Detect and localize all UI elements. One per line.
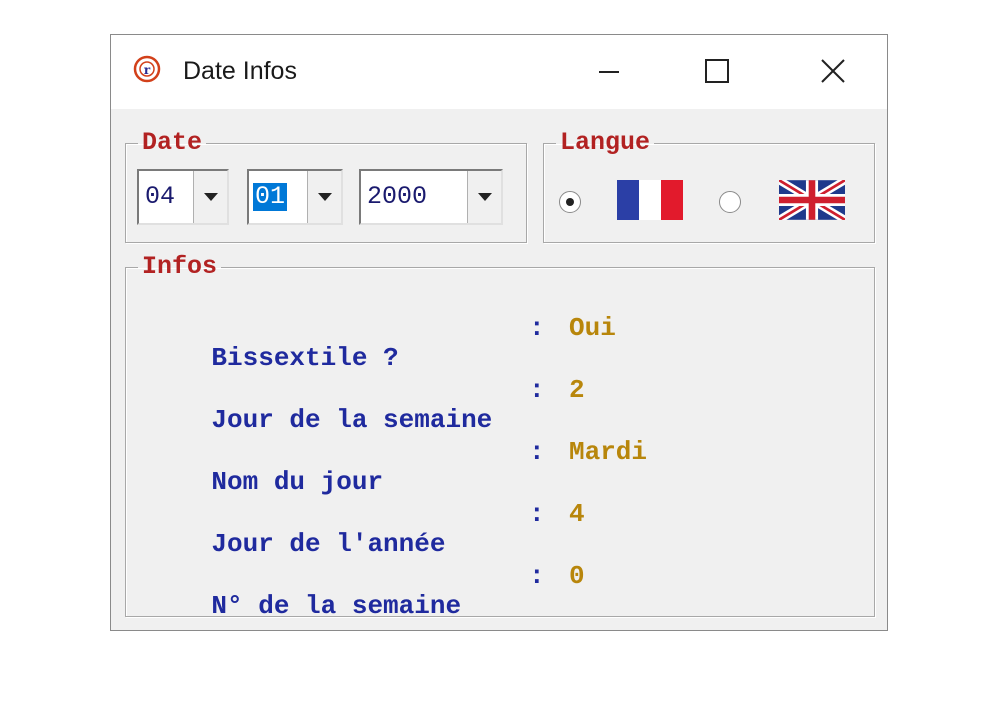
radio-french[interactable]: [559, 191, 581, 213]
year-select[interactable]: 2000: [359, 169, 503, 225]
info-label: Jour de la semaine: [211, 405, 493, 435]
info-value: 0: [569, 561, 585, 591]
maximize-button[interactable]: [679, 35, 755, 109]
day-dropdown-arrow-icon[interactable]: [193, 171, 227, 223]
info-label: Bissextile ?: [211, 343, 399, 373]
close-button[interactable]: [795, 35, 871, 109]
info-value: 4: [569, 499, 585, 529]
month-dropdown-arrow-icon[interactable]: [307, 171, 341, 223]
info-label: Nom du jour: [211, 467, 384, 497]
year-value: 2000: [367, 182, 428, 211]
info-separator: :: [529, 561, 545, 591]
french-flag-icon: [617, 180, 683, 220]
svg-text:r: r: [144, 63, 151, 77]
language-legend: Langue: [560, 128, 651, 157]
month-select[interactable]: 01: [247, 169, 343, 225]
info-separator: :: [529, 313, 545, 343]
year-dropdown-arrow-icon[interactable]: [467, 171, 501, 223]
app-logo-icon: r: [133, 55, 161, 83]
window-title: Date Infos: [183, 57, 297, 85]
info-label: Jour de l'année: [211, 529, 446, 559]
info-separator: :: [529, 437, 545, 467]
info-value: Mardi: [569, 437, 648, 467]
month-value: 01: [253, 182, 288, 211]
info-label: N° de la semaine: [211, 591, 462, 621]
uk-flag-icon: [779, 180, 845, 220]
info-separator: :: [529, 499, 545, 529]
day-value: 04: [145, 182, 176, 211]
maximize-icon: [705, 59, 729, 83]
day-select[interactable]: 04: [137, 169, 229, 225]
info-separator: :: [529, 375, 545, 405]
date-legend: Date: [142, 128, 203, 157]
info-value: 2: [569, 375, 585, 405]
title-bar[interactable]: r Date Infos: [111, 35, 887, 109]
app-window: r Date Infos Date 04 01 2000 Langue Info…: [110, 34, 888, 631]
info-value: Oui: [569, 313, 616, 343]
radio-english[interactable]: [719, 191, 741, 213]
minimize-icon: [599, 71, 619, 73]
close-icon: [821, 59, 845, 83]
minimize-button[interactable]: [571, 35, 647, 109]
infos-legend: Infos: [142, 252, 218, 281]
info-row-week-number: N° de la semaine : 0: [149, 561, 584, 711]
